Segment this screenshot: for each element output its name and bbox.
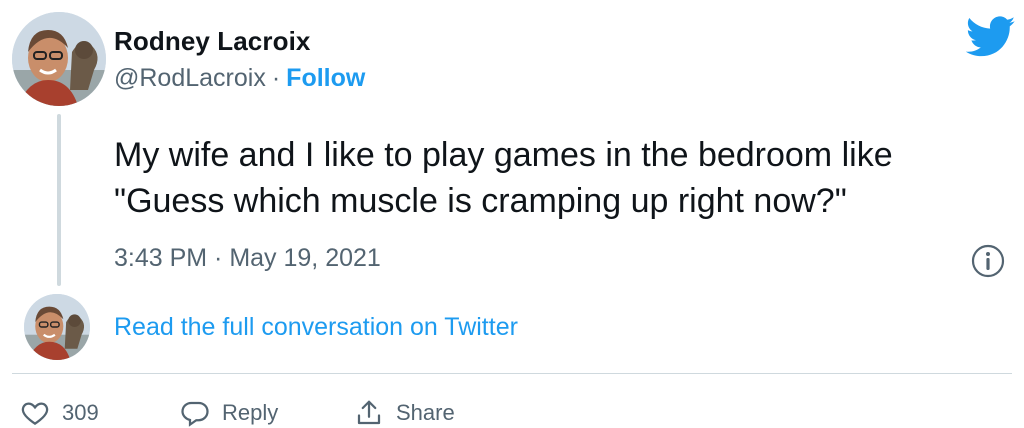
reply-bubble-icon [181, 401, 209, 427]
tweet-timestamp[interactable]: 3:43 PM · May 19, 2021 [114, 244, 381, 273]
twitter-bird-icon[interactable] [966, 16, 1016, 58]
tweet-text: My wife and I like to play games in the … [114, 132, 994, 224]
avatar-photo [12, 12, 106, 106]
info-icon[interactable] [970, 243, 1006, 279]
share-icon [357, 400, 381, 425]
read-conversation-link[interactable]: Read the full conversation on Twitter [114, 313, 518, 342]
author-name[interactable]: Rodney Lacroix [114, 26, 310, 57]
avatar-photo [24, 294, 90, 360]
tweet-text-line: "Guess which muscle is cramping up right… [114, 182, 847, 220]
share-button[interactable]: Share [354, 398, 455, 428]
author-handle-line: @RodLacroix · Follow [114, 64, 365, 93]
share-label: Share [396, 400, 455, 425]
tweet-text-line: My wife and I like to play games in the … [114, 136, 893, 174]
author-handle[interactable]: @RodLacroix [114, 64, 266, 92]
reply-button[interactable]: Reply [180, 398, 278, 428]
conversation-avatar[interactable] [24, 294, 90, 360]
like-button[interactable]: 309 [20, 398, 99, 428]
thread-line [57, 114, 61, 286]
follow-button[interactable]: Follow [286, 64, 365, 92]
heart-icon [21, 402, 49, 425]
like-count: 309 [62, 400, 99, 425]
author-avatar[interactable] [12, 12, 106, 106]
divider [12, 373, 1012, 374]
reply-label: Reply [222, 400, 279, 425]
handle-separator: · [271, 64, 281, 92]
